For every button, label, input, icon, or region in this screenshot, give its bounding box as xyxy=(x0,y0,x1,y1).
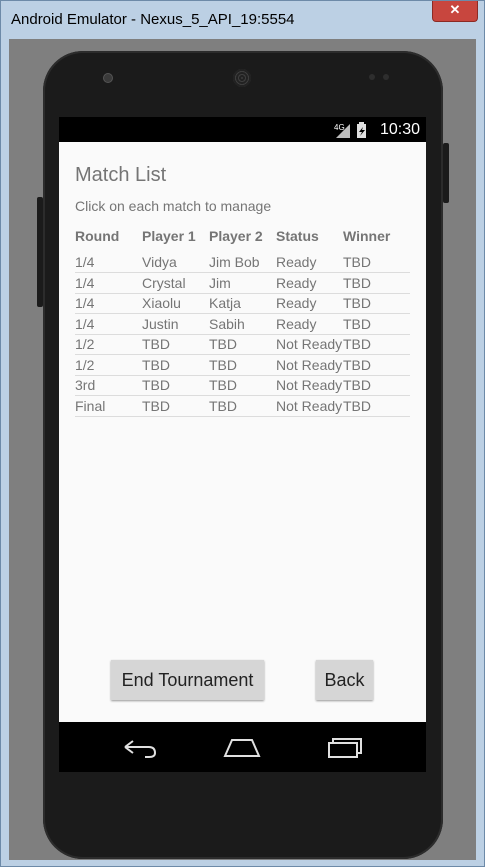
cell-round: 1/2 xyxy=(75,356,95,373)
cell-round: 1/4 xyxy=(75,315,95,332)
column-header-winner: Winner xyxy=(343,228,391,244)
table-row[interactable]: Final TBD TBD Not Ready TBD xyxy=(75,396,410,417)
cell-winner: TBD xyxy=(343,397,371,414)
phone-body: 4G 10:30 Match List Click on each match … xyxy=(43,51,443,859)
table-row[interactable]: 1/4 Justin Sabih Ready TBD xyxy=(75,314,410,335)
cell-winner: TBD xyxy=(343,336,371,352)
cell-player2: TBD xyxy=(209,336,237,352)
table-row[interactable]: 3rd TBD TBD Not Ready TBD xyxy=(75,375,410,396)
column-header-player1: Player 1 xyxy=(142,228,196,244)
cell-status: Ready xyxy=(276,254,317,270)
cell-winner: TBD xyxy=(343,377,371,393)
cell-player2: Jim Bob xyxy=(209,254,260,270)
table-row[interactable]: 1/4 Crystal Jim Ready TBD xyxy=(75,273,410,294)
cell-player1: TBD xyxy=(142,356,170,373)
cell-round: Final xyxy=(75,397,106,414)
window-close-button[interactable]: ✕ xyxy=(432,1,478,22)
table-row[interactable]: 1/2 TBD TBD Not Ready TBD xyxy=(75,334,410,355)
cell-player2: TBD xyxy=(209,397,237,414)
cell-player2: Jim xyxy=(209,274,231,291)
back-button[interactable]: Back xyxy=(316,660,373,700)
cell-player1: Justin xyxy=(142,315,179,332)
status-time: 10:30 xyxy=(379,121,420,138)
earpiece-speaker xyxy=(233,69,251,87)
cell-player1: Xiaolu xyxy=(142,295,181,311)
cell-winner: TBD xyxy=(343,315,371,332)
column-header-status: Status xyxy=(276,228,319,244)
cell-player1: Crystal xyxy=(142,274,186,291)
front-camera xyxy=(103,73,113,83)
cell-status: Not Ready xyxy=(276,397,343,414)
cell-player1: TBD xyxy=(142,377,170,393)
cell-status: Not Ready xyxy=(276,336,343,352)
cell-player2: TBD xyxy=(209,377,237,393)
cell-status: Ready xyxy=(276,274,317,291)
android-status-bar: 4G 10:30 xyxy=(59,117,426,142)
proximity-sensor xyxy=(369,74,375,80)
window-title: Android Emulator - Nexus_5_API_19:5554 xyxy=(11,11,295,28)
table-row[interactable]: 1/4 Vidya Jim Bob Ready TBD xyxy=(75,252,410,273)
table-row[interactable]: 1/4 Xiaolu Katja Ready TBD xyxy=(75,293,410,314)
cell-status: Not Ready xyxy=(276,377,343,393)
home-icon[interactable] xyxy=(222,732,262,762)
cell-round: 1/4 xyxy=(75,295,95,311)
end-tournament-button[interactable]: End Tournament xyxy=(111,660,264,700)
page-title: Match List xyxy=(75,164,167,186)
app-screen: Match List Click on each match to manage… xyxy=(59,142,426,722)
cell-round: 3rd xyxy=(75,377,96,393)
cell-winner: TBD xyxy=(343,356,371,373)
recent-apps-icon[interactable] xyxy=(325,732,365,762)
cell-player1: TBD xyxy=(142,336,170,352)
window-titlebar[interactable]: Android Emulator - Nexus_5_API_19:5554 ✕ xyxy=(1,1,484,39)
cell-player2: Sabih xyxy=(209,315,245,332)
phone-top-bezel xyxy=(43,51,443,121)
back-icon[interactable] xyxy=(119,732,159,762)
cell-status: Not Ready xyxy=(276,356,343,373)
svg-text:4G: 4G xyxy=(334,123,345,132)
light-sensor xyxy=(383,74,389,80)
cell-round: 1/4 xyxy=(75,254,95,270)
cell-status: Ready xyxy=(276,295,317,311)
table-row[interactable]: 1/2 TBD TBD Not Ready TBD xyxy=(75,355,410,376)
signal-battery-icon: 4G xyxy=(334,122,366,138)
cell-winner: TBD xyxy=(343,295,371,311)
cell-winner: TBD xyxy=(343,254,371,270)
cell-player1: TBD xyxy=(142,397,170,414)
emulator-viewport: 4G 10:30 Match List Click on each match … xyxy=(9,39,476,860)
emulator-window: Android Emulator - Nexus_5_API_19:5554 ✕… xyxy=(0,0,485,867)
cell-winner: TBD xyxy=(343,274,371,291)
android-nav-bar xyxy=(59,722,426,772)
cell-player2: Katja xyxy=(209,295,241,311)
power-button[interactable] xyxy=(443,143,449,203)
column-header-round: Round xyxy=(75,228,120,244)
cell-round: 1/2 xyxy=(75,336,95,352)
page-subtitle: Click on each match to manage xyxy=(75,198,272,214)
cell-player2: TBD xyxy=(209,356,237,373)
cell-round: 1/4 xyxy=(75,274,95,291)
column-header-player2: Player 2 xyxy=(209,228,263,244)
cell-status: Ready xyxy=(276,315,317,332)
cell-player1: Vidya xyxy=(142,254,177,270)
